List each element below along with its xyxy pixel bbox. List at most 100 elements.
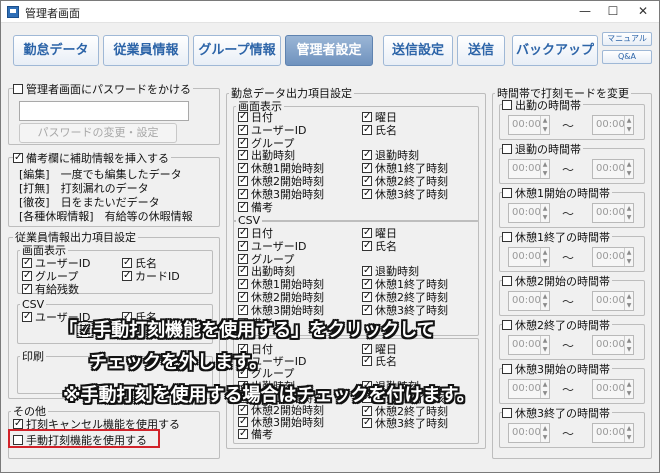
maximize-icon[interactable]: ☐ (599, 1, 627, 23)
checkbox[interactable] (362, 342, 372, 355)
spinner[interactable]: ▲ ▼ (540, 160, 549, 178)
tab-backup[interactable]: バックアップ (512, 35, 598, 66)
spin-down-icon[interactable]: ▼ (625, 169, 633, 178)
checkbox[interactable] (502, 144, 512, 154)
spinner[interactable]: ▲ ▼ (540, 380, 549, 398)
spinner[interactable]: ▲ ▼ (624, 204, 633, 222)
password-checkbox-box[interactable] (13, 84, 23, 94)
checkbox[interactable] (238, 264, 248, 277)
spin-up-icon[interactable]: ▲ (541, 424, 549, 433)
checkbox[interactable] (502, 276, 512, 286)
checkbox[interactable] (238, 174, 248, 187)
checkbox[interactable] (502, 232, 512, 242)
spin-down-icon[interactable]: ▼ (541, 345, 549, 354)
spin-down-icon[interactable]: ▼ (625, 433, 633, 442)
checkbox[interactable] (238, 123, 248, 136)
checkbox[interactable] (362, 303, 372, 316)
checkbox[interactable] (22, 310, 32, 323)
output-item-checkbox[interactable]: ユーザーID (238, 239, 307, 253)
checkbox[interactable] (238, 226, 248, 239)
checkbox[interactable] (362, 110, 372, 123)
spinner[interactable]: ▲ ▼ (624, 380, 633, 398)
checkbox[interactable] (362, 239, 372, 252)
output-item-checkbox[interactable]: 氏名 (362, 354, 397, 368)
remarks-checkbox-box[interactable] (13, 151, 23, 164)
tab-kintai-data[interactable]: 勤怠データ (13, 35, 99, 66)
output-item-checkbox[interactable]: 休憩1開始時刻 (238, 161, 324, 175)
minimize-icon[interactable]: — (571, 1, 599, 23)
checkbox[interactable] (238, 161, 248, 174)
checkbox[interactable] (238, 110, 248, 123)
checkbox[interactable] (238, 303, 248, 316)
spin-down-icon[interactable]: ▼ (541, 301, 549, 310)
spinner[interactable]: ▲ ▼ (624, 116, 633, 134)
spin-down-icon[interactable]: ▼ (625, 257, 633, 266)
output-item-checkbox[interactable]: 備考 (238, 200, 273, 214)
qa-button[interactable]: Q&A (602, 50, 652, 64)
start-time-picker[interactable]: 00:00 ▲ ▼ (508, 203, 550, 223)
checkbox[interactable] (238, 148, 248, 161)
checkbox[interactable] (238, 290, 248, 303)
output-item-checkbox[interactable]: 休憩2開始時刻 (238, 174, 324, 188)
spin-down-icon[interactable]: ▼ (541, 169, 549, 178)
output-item-checkbox[interactable]: 休憩1開始時刻 (238, 277, 324, 291)
end-time-picker[interactable]: 00:00 ▲ ▼ (592, 203, 634, 223)
tab-send-settings[interactable]: 送信設定 (383, 35, 453, 66)
spin-down-icon[interactable]: ▼ (625, 389, 633, 398)
checkbox[interactable] (22, 256, 32, 269)
time-slot-checkbox[interactable]: 休憩1終了の時間帯 (502, 231, 612, 244)
spin-down-icon[interactable]: ▼ (541, 433, 549, 442)
spin-up-icon[interactable]: ▲ (625, 116, 633, 125)
spin-up-icon[interactable]: ▲ (541, 292, 549, 301)
spin-up-icon[interactable]: ▲ (541, 160, 549, 169)
spinner[interactable]: ▲ ▼ (624, 424, 633, 442)
output-item-checkbox[interactable]: 氏名 (362, 239, 397, 253)
checkbox[interactable] (238, 136, 248, 149)
remarks-checkbox[interactable]: 備考欄に補助情報を挿入する (13, 151, 171, 165)
password-checkbox[interactable]: 管理者画面にパスワードをかける (13, 83, 193, 96)
spin-up-icon[interactable]: ▲ (541, 380, 549, 389)
spin-up-icon[interactable]: ▲ (625, 292, 633, 301)
output-item-checkbox[interactable]: 備考 (238, 427, 273, 441)
start-time-picker[interactable]: 00:00 ▲ ▼ (508, 291, 550, 311)
checkbox[interactable] (122, 269, 132, 282)
tab-send[interactable]: 送信 (457, 35, 505, 66)
checkbox[interactable] (502, 188, 512, 198)
employee-screen-user-id[interactable]: ユーザーID (22, 256, 91, 270)
checkbox[interactable] (362, 290, 372, 303)
output-item-checkbox[interactable]: ユーザーID (238, 123, 307, 137)
end-time-picker[interactable]: 00:00 ▲ ▼ (592, 379, 634, 399)
spinner[interactable]: ▲ ▼ (624, 160, 633, 178)
spin-down-icon[interactable]: ▼ (625, 213, 633, 222)
output-item-checkbox[interactable]: 休憩2開始時刻 (238, 290, 324, 304)
checkbox[interactable] (362, 354, 372, 367)
spinner[interactable]: ▲ ▼ (540, 424, 549, 442)
tab-employee-info[interactable]: 従業員情報 (103, 35, 189, 66)
password-input[interactable] (19, 101, 189, 121)
spinner[interactable]: ▲ ▼ (624, 336, 633, 354)
time-slot-checkbox[interactable]: 休憩3開始の時間帯 (502, 363, 612, 376)
tab-admin-settings[interactable]: 管理者設定 (285, 35, 373, 66)
spin-down-icon[interactable]: ▼ (541, 125, 549, 134)
time-slot-checkbox[interactable]: 休憩3終了の時間帯 (502, 407, 612, 420)
spin-up-icon[interactable]: ▲ (625, 336, 633, 345)
spin-up-icon[interactable]: ▲ (625, 380, 633, 389)
spin-down-icon[interactable]: ▼ (541, 213, 549, 222)
start-time-picker[interactable]: 00:00 ▲ ▼ (508, 247, 550, 267)
checkbox[interactable] (22, 269, 32, 282)
spinner[interactable]: ▲ ▼ (540, 248, 549, 266)
time-slot-checkbox[interactable]: 退勤の時間帯 (502, 143, 583, 156)
time-slot-checkbox[interactable]: 休憩2開始の時間帯 (502, 275, 612, 288)
checkbox[interactable] (502, 364, 512, 374)
spinner[interactable]: ▲ ▼ (540, 204, 549, 222)
spin-down-icon[interactable]: ▼ (541, 389, 549, 398)
end-time-picker[interactable]: 00:00 ▲ ▼ (592, 423, 634, 443)
spinner[interactable]: ▲ ▼ (624, 292, 633, 310)
spinner[interactable]: ▲ ▼ (540, 336, 549, 354)
checkbox[interactable] (362, 277, 372, 290)
employee-screen-card-id[interactable]: カードID (122, 269, 180, 283)
checkbox[interactable] (362, 174, 372, 187)
output-item-checkbox[interactable]: 休憩2終了時刻 (362, 290, 448, 304)
output-item-checkbox[interactable]: 休憩3開始時刻 (238, 187, 324, 201)
checkbox[interactable] (238, 252, 248, 265)
